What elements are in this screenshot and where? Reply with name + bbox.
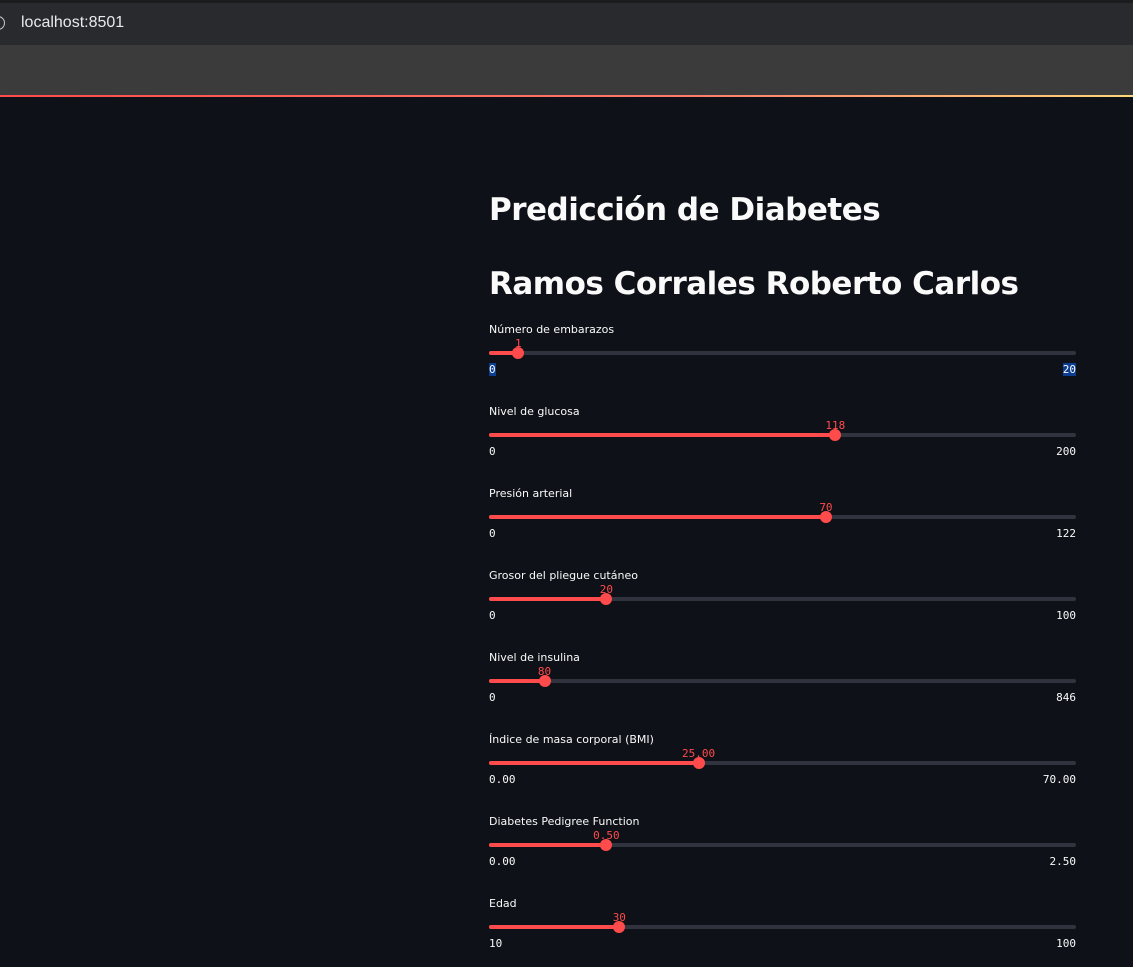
- slider-fill: [489, 761, 699, 765]
- slider-max: 2.50: [1049, 855, 1077, 868]
- slider-track[interactable]: [489, 593, 1076, 605]
- slider-glucosa: Nivel de glucosa 118 0 200: [489, 405, 1076, 475]
- slider-min: 0.00: [489, 773, 516, 786]
- slider-thumb[interactable]: [512, 347, 525, 359]
- slider-thumb[interactable]: [600, 593, 613, 605]
- slider-label: Número de embarazos: [489, 323, 615, 336]
- slider-thumb[interactable]: [692, 757, 705, 769]
- slider-min: 0: [489, 691, 496, 704]
- site-info-icon[interactable]: [0, 16, 5, 30]
- slider-min: 0: [489, 445, 496, 458]
- slider-fill: [489, 515, 826, 519]
- slider-track[interactable]: [489, 347, 1076, 359]
- slider-label: Nivel de glucosa: [489, 405, 580, 418]
- slider-track[interactable]: [489, 757, 1076, 769]
- slider-max: 70.00: [1042, 773, 1076, 786]
- slider-fill: [489, 597, 607, 601]
- slider-max: 122: [1056, 527, 1076, 540]
- slider-max: 100: [1056, 609, 1076, 622]
- slider-min: 0.00: [489, 855, 516, 868]
- slider-max: 100: [1056, 937, 1076, 950]
- slider-label: Edad: [489, 897, 517, 910]
- slider-min: 0: [489, 527, 496, 540]
- slider-max: 200: [1056, 445, 1076, 458]
- slider-thumb[interactable]: [613, 921, 626, 933]
- slider-track[interactable]: [489, 839, 1076, 851]
- url-field[interactable]: localhost:8501: [21, 14, 124, 32]
- slider-label: Grosor del pliegue cutáneo: [489, 569, 638, 582]
- slider-thumb[interactable]: [829, 429, 842, 441]
- app-header: [0, 45, 1133, 95]
- header-decoration: [0, 95, 1133, 97]
- slider-embarazos: Número de embarazos 1 0 20: [489, 323, 1076, 393]
- slider-max: 846: [1056, 691, 1076, 704]
- slider-track[interactable]: [489, 675, 1076, 687]
- slider-label: Índice de masa corporal (BMI): [489, 733, 654, 746]
- author-heading: Ramos Corrales Roberto Carlos: [489, 266, 1019, 302]
- slider-min: 0: [489, 363, 496, 376]
- slider-label: Nivel de insulina: [489, 651, 580, 664]
- slider-track[interactable]: [489, 429, 1076, 441]
- slider-pliegue: Grosor del pliegue cutáneo 20 0 100: [489, 569, 1076, 639]
- browser-address-bar: localhost:8501: [0, 0, 1133, 45]
- slider-fill: [489, 433, 836, 437]
- slider-track[interactable]: [489, 921, 1076, 933]
- slider-fill: [489, 925, 620, 929]
- slider-thumb[interactable]: [819, 511, 832, 523]
- slider-track[interactable]: [489, 511, 1076, 523]
- slider-min: 0: [489, 609, 496, 622]
- slider-fill: [489, 679, 545, 683]
- slider-thumb[interactable]: [600, 839, 613, 851]
- slider-insulina: Nivel de insulina 80 0 846: [489, 651, 1076, 721]
- slider-presion: Presión arterial 70 0 122: [489, 487, 1076, 557]
- slider-bmi: Índice de masa corporal (BMI) 25.00 0.00…: [489, 733, 1076, 803]
- slider-pedigree: Diabetes Pedigree Function 0.50 0.00 2.5…: [489, 815, 1076, 885]
- slider-fill: [489, 843, 607, 847]
- slider-label: Diabetes Pedigree Function: [489, 815, 640, 828]
- slider-label: Presión arterial: [489, 487, 573, 500]
- page-title: Predicción de Diabetes: [489, 192, 881, 228]
- slider-min: 10: [489, 937, 503, 950]
- slider-max: 20: [1062, 363, 1076, 376]
- slider-thumb[interactable]: [538, 675, 551, 687]
